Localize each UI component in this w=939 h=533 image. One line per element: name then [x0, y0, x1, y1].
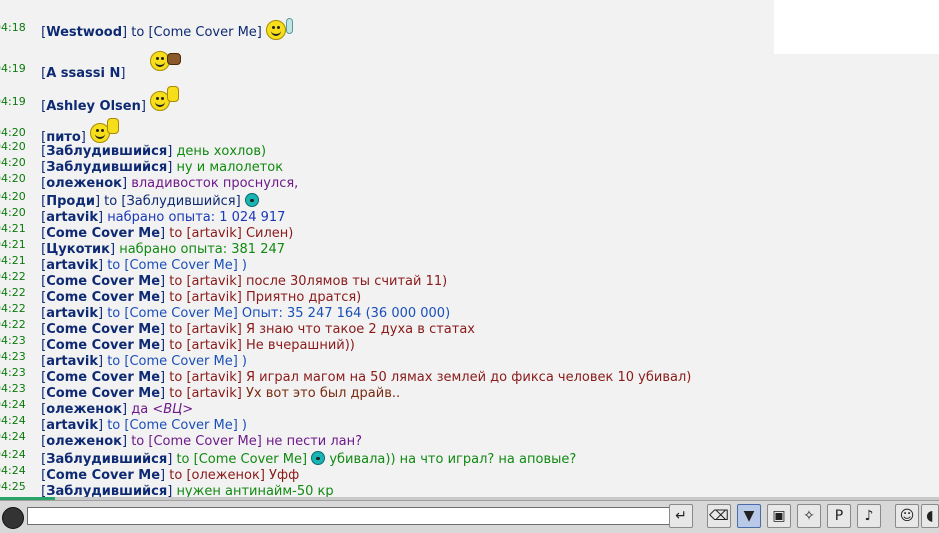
wand-icon [286, 18, 293, 34]
timestamp: 04:24 [0, 464, 26, 477]
timestamp: 04:25 [0, 480, 26, 493]
target-nick[interactable]: [artavik] [186, 386, 241, 401]
message-input[interactable] [27, 507, 674, 525]
filter-button[interactable]: ▼ [737, 504, 761, 528]
save-button[interactable]: ▣ [767, 504, 791, 528]
message-text: нужен антинайм-50 кр [176, 484, 334, 498]
timestamp: 04:19 [0, 95, 26, 108]
timestamp: 04:24 [0, 414, 26, 427]
chat-line: 04:25 [Заблудившийся] нужен антинайм-50 … [0, 480, 334, 498]
chat-line: 04:19 [A ssassi N] [0, 51, 181, 82]
timestamp: 04:18 [0, 21, 26, 34]
chat-log: 04:18 [Westwood] to [Come Cover Me] 04:1… [0, 0, 939, 498]
timestamp: 04:24 [0, 448, 26, 461]
wave-hand-icon [107, 118, 119, 134]
send-button[interactable]: ↵ [669, 504, 693, 528]
timestamp: 04:22 [0, 286, 26, 299]
clear-button[interactable]: ⌫ [707, 504, 731, 528]
extra-button[interactable]: ◖ [921, 504, 939, 528]
timestamp: 04:21 [0, 254, 26, 267]
timestamp: 04:23 [0, 350, 26, 363]
smiley-icon [266, 20, 286, 40]
timestamp: 04:20 [0, 140, 26, 153]
sound-icon: ♪ [864, 508, 874, 524]
nick[interactable]: Заблудившийся [46, 484, 167, 498]
smiley-icon: ☺ [899, 508, 915, 524]
private-icon: P [834, 508, 844, 524]
nick[interactable]: Westwood [46, 25, 122, 40]
enter-icon: ↵ [675, 508, 687, 524]
filter-icon: ▼ [743, 508, 755, 524]
teal-smiley-icon [311, 451, 326, 465]
timestamp: 04:23 [0, 366, 26, 379]
timestamp: 04:24 [0, 430, 26, 443]
timestamp: 04:21 [0, 222, 26, 235]
timestamp: 04:24 [0, 398, 26, 411]
timestamp: 04:20 [0, 172, 26, 185]
timestamp: 04:20 [0, 190, 26, 203]
bottom-toolbar: ↵ ⌫ ▼ ▣ ✧ P ♪ ☺ ◖ [0, 500, 939, 533]
wave-hand-icon [167, 86, 180, 102]
message-text: Не вчерашний)) [245, 338, 355, 353]
smiles-button[interactable]: ☺ [895, 504, 919, 528]
timestamp: 04:22 [0, 302, 26, 315]
message-text: убивала)) на что играл? на аповые? [329, 452, 577, 467]
sound-button[interactable]: ♪ [857, 504, 881, 528]
timestamp: 04:23 [0, 382, 26, 395]
chat-line: 04:18 [Westwood] to [Come Cover Me] [0, 18, 293, 41]
timestamp: 04:21 [0, 238, 26, 251]
floppy-icon: ▣ [772, 508, 786, 524]
timestamp: 04:20 [0, 206, 26, 219]
timestamp: 04:22 [0, 318, 26, 331]
extra-icon: ◖ [926, 508, 934, 524]
timestamp: 04:22 [0, 270, 26, 283]
target-nick[interactable]: [Come Cover Me] [148, 25, 261, 40]
message-text: Ух вот это был драйв.. [245, 386, 401, 401]
dagger-icon [166, 53, 181, 65]
top-right-panel [774, 0, 939, 54]
nick[interactable]: Ashley Olsen [46, 99, 141, 114]
figure-icon: ✧ [803, 508, 815, 524]
action-button[interactable]: ✧ [797, 504, 821, 528]
chat-menu-icon[interactable] [2, 507, 24, 529]
timestamp: 04:19 [0, 62, 26, 75]
chat-line: 04:19 [Ashley Olsen] [0, 86, 180, 115]
private-button[interactable]: P [827, 504, 851, 528]
to-word: to [131, 25, 145, 40]
nick[interactable]: A ssassi N [46, 66, 120, 81]
eraser-icon: ⌫ [709, 508, 729, 524]
timestamp: 04:20 [0, 156, 26, 169]
timestamp: 04:23 [0, 334, 26, 347]
